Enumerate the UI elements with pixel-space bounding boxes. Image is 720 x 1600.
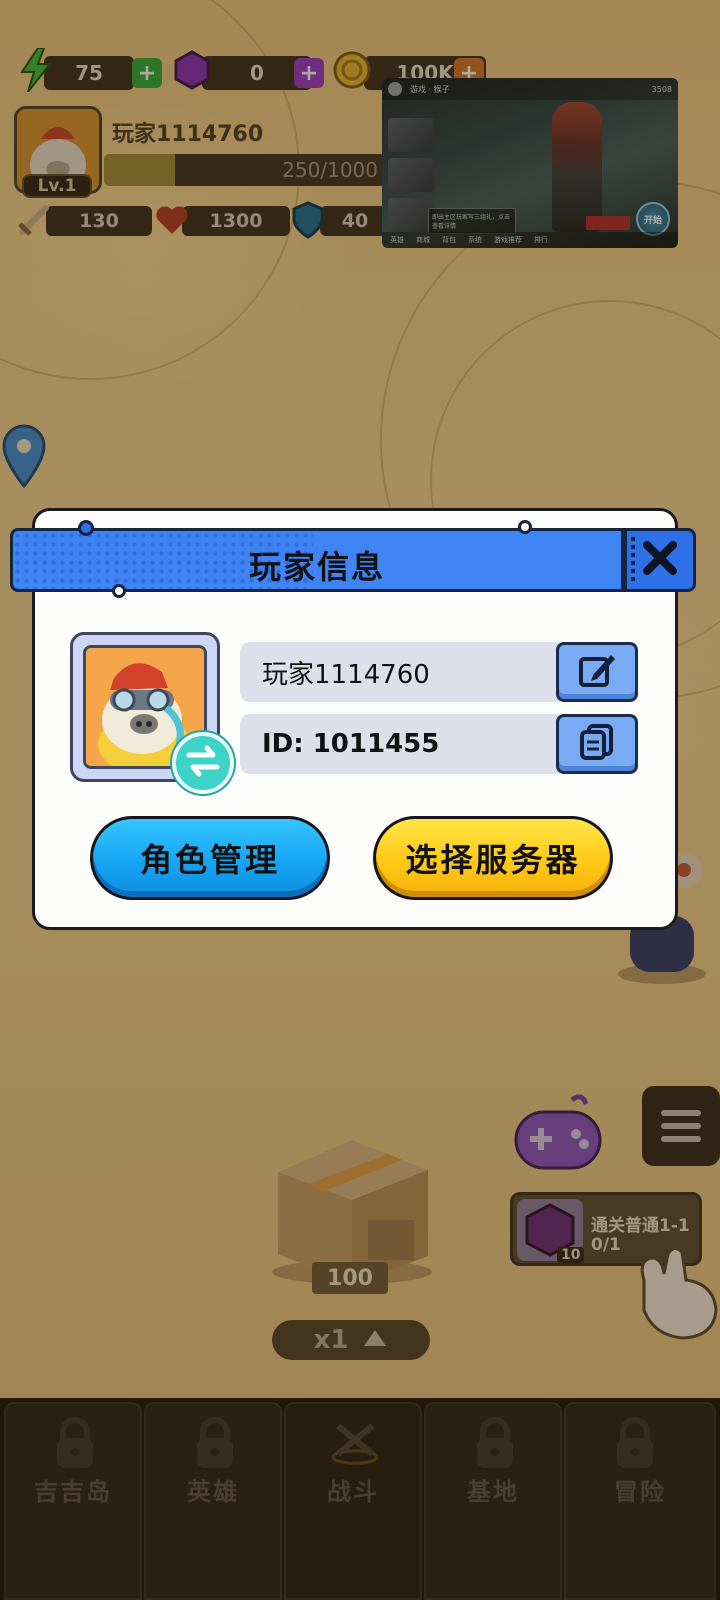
role-management-button[interactable]: 角色管理 <box>90 816 330 900</box>
player-id-value: ID: 1011455 <box>262 729 440 759</box>
close-stripe <box>631 537 635 583</box>
select-server-button[interactable]: 选择服务器 <box>373 816 613 900</box>
header-ornament <box>78 520 94 536</box>
player-id-field: ID: 1011455 <box>240 714 560 774</box>
copy-id-button[interactable] <box>556 714 638 774</box>
edit-name-button[interactable] <box>556 642 638 702</box>
dialog-header: 玩家信息 <box>10 528 624 592</box>
swap-arrows-icon <box>183 743 223 783</box>
player-name-field: 玩家1114760 <box>240 642 560 702</box>
dialog-title: 玩家信息 <box>248 548 385 586</box>
header-ornament <box>518 520 532 534</box>
role-management-label: 角色管理 <box>139 841 280 879</box>
player-name-value: 玩家1114760 <box>262 659 430 690</box>
edit-icon <box>577 651 617 693</box>
close-icon <box>641 539 679 581</box>
change-avatar-button[interactable] <box>172 732 234 794</box>
close-button[interactable] <box>624 528 696 592</box>
header-ornament <box>112 584 126 598</box>
select-server-label: 选择服务器 <box>405 841 581 879</box>
copy-icon <box>577 722 617 766</box>
